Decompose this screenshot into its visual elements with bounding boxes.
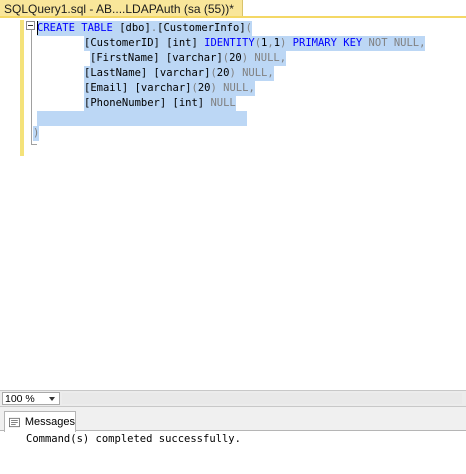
outlining-guide-end xyxy=(31,144,37,145)
document-tab-sqlquery1[interactable]: SQLQuery1.sql - AB....LDAPAuth (sa (55))… xyxy=(0,0,243,17)
code-line-4[interactable]: [LastName] [varchar](20) NULL, xyxy=(84,66,274,81)
paren: ) xyxy=(229,67,236,79)
collapse-region-icon[interactable] xyxy=(26,21,35,30)
code-line-2[interactable]: [CustomerID] [int] IDENTITY(1,1) PRIMARY… xyxy=(84,36,426,51)
text-caret xyxy=(37,21,38,35)
document-tab-strip: SQLQuery1.sql - AB....LDAPAuth (sa (55))… xyxy=(0,0,466,18)
document-tab-label: SQLQuery1.sql - AB....LDAPAuth (sa (55))… xyxy=(4,1,234,16)
code-line-3[interactable]: [FirstName] [varchar](20) NULL, xyxy=(90,51,287,66)
ssms-query-window: SQLQuery1.sql - AB....LDAPAuth (sa (55))… xyxy=(0,0,466,474)
paren: ) xyxy=(210,82,217,94)
number: 20 xyxy=(197,82,211,94)
keyword-primary-key: PRIMARY KEY xyxy=(292,37,363,49)
outlining-guide xyxy=(31,30,32,145)
schema-name: [dbo] xyxy=(119,22,151,34)
tab-messages-label: Messages xyxy=(24,416,75,428)
horizontal-scrollbar[interactable] xyxy=(62,393,462,404)
code-line-6[interactable]: [PhoneNumber] [int] NULL xyxy=(84,96,236,111)
paren: ) xyxy=(241,52,249,64)
code-line-5[interactable]: [Email] [varchar](20) NULL, xyxy=(84,81,255,96)
column-type: [int] xyxy=(172,97,205,109)
keyword-null: NULL xyxy=(223,82,249,94)
keyword-null: NULL xyxy=(242,67,268,79)
zoom-level-select[interactable]: 100 % xyxy=(2,392,60,405)
query-editor[interactable]: CREATE TABLE [dbo].[CustomerInfo]( [Cust… xyxy=(0,18,466,390)
change-tracking-bar xyxy=(20,20,24,156)
messages-icon xyxy=(9,417,20,427)
chevron-down-icon[interactable] xyxy=(49,396,55,401)
keyword-null: NULL xyxy=(210,97,236,109)
column-type: [varchar] xyxy=(153,67,211,79)
paren: ) xyxy=(280,37,287,49)
column-name: [LastName] xyxy=(84,67,148,79)
column-type: [varchar] xyxy=(165,52,223,64)
keyword-null: NULL xyxy=(254,52,280,64)
comma: , xyxy=(419,37,426,49)
tab-messages[interactable]: Messages xyxy=(4,411,76,432)
keyword-create: CREATE xyxy=(37,22,75,34)
comma: , xyxy=(248,82,255,94)
column-name: [CustomerID] xyxy=(84,37,160,49)
column-name: [PhoneNumber] xyxy=(84,97,167,109)
column-type: [int] xyxy=(166,37,198,49)
column-name: [FirstName] xyxy=(90,52,160,64)
code-line-7[interactable] xyxy=(37,111,247,126)
results-tab-strip: Messages xyxy=(0,407,466,432)
keyword-not-null: NOT NULL xyxy=(368,37,420,49)
number: 20 xyxy=(229,52,242,64)
editor-zoom-bar: 100 % xyxy=(0,390,466,407)
code-line-1[interactable]: CREATE TABLE [dbo].[CustomerInfo]( xyxy=(37,21,252,36)
comma: , xyxy=(267,67,274,79)
number: 20 xyxy=(216,67,230,79)
keyword-identity: IDENTITY xyxy=(204,37,255,49)
column-name: [Email] xyxy=(84,82,129,94)
result-message: Command(s) completed successfully. xyxy=(26,433,241,445)
comma: , xyxy=(279,52,287,64)
table-name: [CustomerInfo] xyxy=(157,22,246,34)
code-line-8[interactable]: ) xyxy=(33,126,40,141)
keyword-table: TABLE xyxy=(81,22,113,34)
close-paren: ) xyxy=(33,127,40,139)
column-type: [varchar] xyxy=(134,82,192,94)
open-paren: ( xyxy=(245,22,252,34)
zoom-level-value: 100 % xyxy=(5,392,35,405)
results-pane: Messages Command(s) completed successful… xyxy=(0,407,466,474)
